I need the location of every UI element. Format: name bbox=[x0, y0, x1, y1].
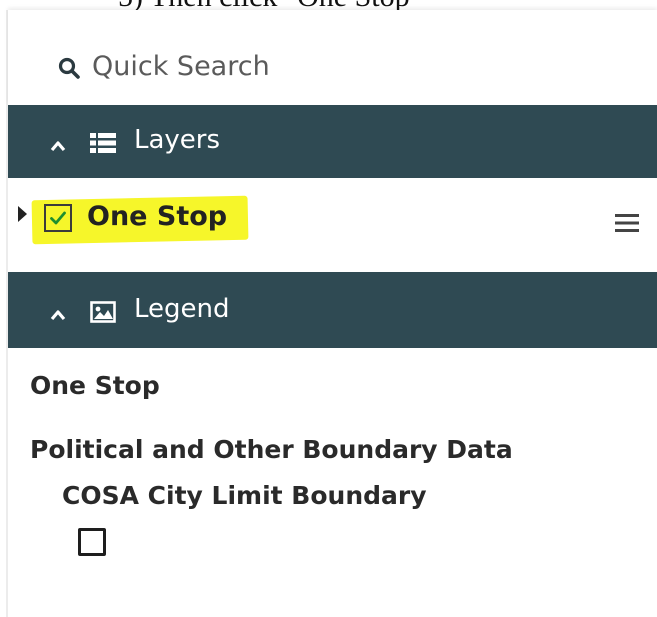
quick-search-bar bbox=[8, 10, 657, 105]
chevron-up-icon[interactable] bbox=[50, 137, 66, 152]
image-icon bbox=[90, 301, 116, 323]
page: 5) Then click "One Stop" bbox=[0, 0, 657, 617]
legend-header-label: Legend bbox=[134, 294, 230, 324]
hamburger-menu-icon[interactable] bbox=[615, 213, 639, 233]
list-icon bbox=[90, 132, 116, 154]
legend-symbol-square bbox=[78, 528, 106, 556]
layers-section-header[interactable]: Layers bbox=[8, 105, 657, 178]
layers-header-label: Layers bbox=[134, 125, 221, 155]
chevron-up-icon[interactable] bbox=[50, 306, 66, 321]
layer-list-panel: Layers One Stop bbox=[6, 10, 657, 617]
quick-search-input[interactable] bbox=[92, 46, 512, 86]
search-icon[interactable] bbox=[58, 57, 80, 79]
legend-item-title: COSA City Limit Boundary bbox=[62, 481, 427, 510]
caret-right-icon[interactable] bbox=[18, 206, 27, 222]
legend-group-title: Political and Other Boundary Data bbox=[30, 435, 513, 464]
legend-layer-title: One Stop bbox=[30, 371, 160, 400]
legend-section-header[interactable]: Legend bbox=[8, 272, 657, 348]
layer-visibility-checkbox[interactable] bbox=[44, 204, 72, 232]
layer-name[interactable]: One Stop bbox=[87, 199, 227, 235]
